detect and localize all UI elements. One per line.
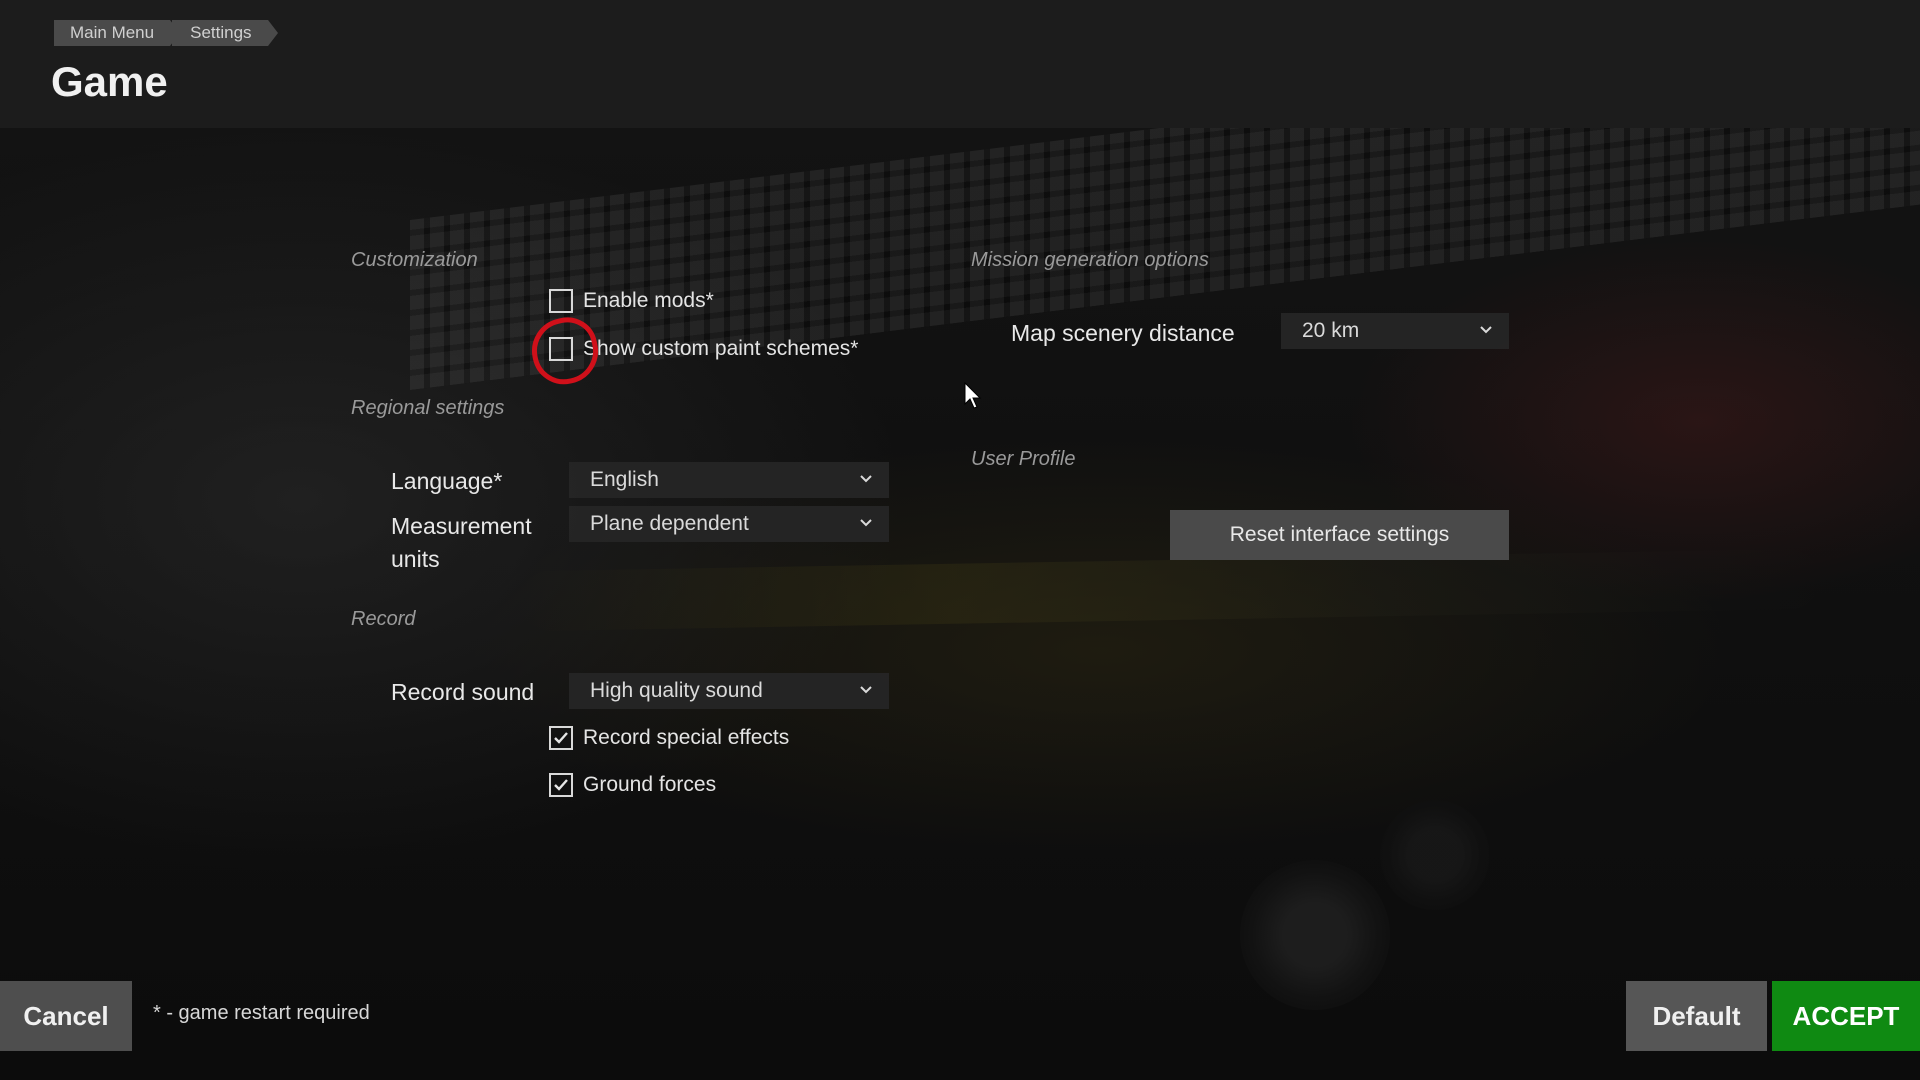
record-sound-label: Record sound: [391, 679, 535, 705]
custom-paint-label[interactable]: Show custom paint schemes*: [583, 337, 858, 361]
measurement-units-label-line1: Measurement: [391, 513, 532, 539]
record-sound-value: High quality sound: [590, 679, 763, 702]
section-user-profile-title: User Profile: [971, 448, 1076, 470]
page-title: Game: [51, 58, 168, 105]
chevron-down-icon: [1480, 326, 1492, 334]
hangar-background: [0, 0, 1920, 1080]
measurement-units-value: Plane dependent: [590, 512, 749, 535]
checkmark-icon: [554, 732, 568, 744]
map-scenery-distance-label: Map scenery distance: [1011, 320, 1235, 346]
checkmark-icon: [554, 779, 568, 791]
mouse-cursor-icon: [964, 382, 982, 409]
language-value: English: [590, 468, 659, 491]
record-special-effects-label[interactable]: Record special effects: [583, 726, 789, 750]
ground-forces-label[interactable]: Ground forces: [583, 773, 716, 797]
section-record-title: Record: [351, 608, 416, 630]
measurement-units-label-line2: units: [391, 546, 440, 572]
map-scenery-distance-dropdown[interactable]: 20 km: [1281, 313, 1509, 349]
cancel-button[interactable]: Cancel: [0, 981, 132, 1051]
breadcrumb: Main Menu Settings: [54, 20, 279, 46]
measurement-units-dropdown[interactable]: Plane dependent: [569, 506, 889, 542]
record-special-effects-checkbox[interactable]: [549, 726, 573, 750]
breadcrumb-main-menu[interactable]: Main Menu: [54, 20, 181, 46]
section-mission-title: Mission generation options: [971, 249, 1209, 271]
default-button[interactable]: Default: [1626, 981, 1767, 1051]
header-bar: Main Menu Settings Game: [0, 0, 1920, 128]
landing-gear-wheel: [1240, 860, 1390, 1010]
enable-mods-checkbox[interactable]: [549, 289, 573, 313]
accept-button[interactable]: ACCEPT: [1772, 981, 1920, 1051]
chevron-down-icon: [860, 475, 872, 483]
section-regional-title: Regional settings: [351, 397, 505, 419]
record-sound-dropdown[interactable]: High quality sound: [569, 673, 889, 709]
breadcrumb-settings[interactable]: Settings: [172, 20, 279, 46]
restart-required-note: * - game restart required: [153, 1002, 370, 1024]
reset-interface-settings-button[interactable]: Reset interface settings: [1170, 510, 1509, 560]
landing-gear-wheel: [1380, 800, 1490, 910]
section-customization-title: Customization: [351, 249, 478, 271]
map-scenery-distance-value: 20 km: [1302, 319, 1360, 342]
ground-forces-checkbox[interactable]: [549, 773, 573, 797]
chevron-down-icon: [860, 686, 872, 694]
language-dropdown[interactable]: English: [569, 462, 889, 498]
aircraft-silhouette: [519, 548, 1821, 632]
language-label: Language*: [391, 468, 503, 494]
chevron-down-icon: [860, 519, 872, 527]
enable-mods-label[interactable]: Enable mods*: [583, 289, 714, 313]
